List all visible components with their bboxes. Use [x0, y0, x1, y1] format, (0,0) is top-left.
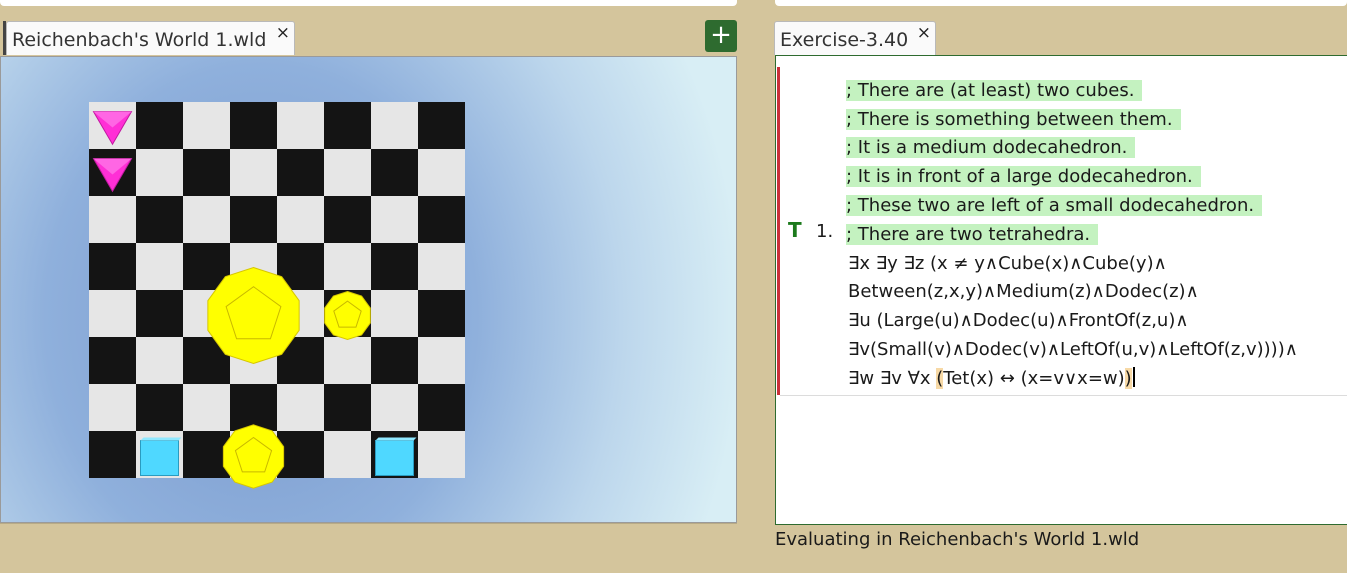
sentence-editor[interactable]: T 1. ; There are (at least) two cubes. ;…	[775, 55, 1347, 525]
comment-text: ; There are two tetrahedra.	[846, 224, 1099, 245]
top-bar-left	[0, 0, 737, 6]
comment-text: ; There are (at least) two cubes.	[846, 80, 1143, 101]
comment-line[interactable]: ; It is in front of a large dodecahedron…	[846, 165, 1201, 189]
world-pieces	[92, 111, 417, 489]
close-icon[interactable]: ×	[276, 16, 290, 50]
formula-line-last[interactable]: ∃w ∃v ∀x (Tet(x) ↔ (x=v∨x=w))	[848, 367, 1135, 391]
cube-top-face[interactable]	[375, 437, 417, 441]
formula-line[interactable]: ∃v(Small(v)∧Dodec(v)∧LeftOf(u,v)∧LeftOf(…	[848, 338, 1298, 362]
truth-mark: T	[788, 218, 802, 242]
error-bar	[777, 67, 780, 395]
add-button[interactable]: +	[705, 20, 737, 52]
editor-divider	[780, 395, 1347, 396]
world-bottom-edge	[0, 523, 737, 524]
formula-middle: Tet(x) ↔ (x=v∨x=w)	[943, 368, 1125, 389]
line-number: 1.	[816, 221, 834, 242]
formula-line[interactable]: ∃x ∃y ∃z (x ≠ y∧Cube(x)∧Cube(y)∧	[848, 252, 1167, 276]
cube-piece[interactable]	[140, 440, 179, 476]
comment-line[interactable]: ; There are two tetrahedra.	[846, 223, 1099, 247]
formula-prefix: ∃w ∃v ∀x	[848, 368, 937, 389]
comment-text: ; These two are left of a small dodecahe…	[846, 195, 1263, 216]
top-bar-right	[775, 0, 1347, 6]
status-text: Evaluating in Reichenbach's World 1.wld	[775, 529, 1140, 550]
comment-text: ; It is a medium dodecahedron.	[846, 137, 1136, 158]
world-view[interactable]	[0, 56, 737, 523]
formula-line[interactable]: ∃u (Large(u)∧Dodec(u)∧FrontOf(z,u)∧	[848, 309, 1189, 333]
comment-text: ; There is something between them.	[846, 109, 1181, 130]
tab-exercise[interactable]: Exercise-3.40 ×	[774, 21, 936, 55]
comment-text: ; It is in front of a large dodecahedron…	[846, 166, 1201, 187]
tab-exercise-label: Exercise-3.40	[780, 29, 909, 51]
close-paren-highlight: )	[1124, 368, 1132, 389]
tab-edge-marker	[3, 21, 6, 55]
tab-world-label: Reichenbach's World 1.wld	[12, 29, 267, 51]
tab-world[interactable]: Reichenbach's World 1.wld ×	[6, 21, 295, 55]
close-icon[interactable]: ×	[917, 16, 931, 50]
comment-line[interactable]: ; These two are left of a small dodecahe…	[846, 194, 1263, 218]
cube-piece[interactable]	[375, 440, 414, 476]
text-cursor	[1132, 367, 1135, 387]
comment-line[interactable]: ; There is something between them.	[846, 108, 1181, 132]
comment-line[interactable]: ; There are (at least) two cubes.	[846, 79, 1143, 103]
cube-top-face[interactable]	[140, 437, 182, 441]
formula-line[interactable]: Between(z,x,y)∧Medium(z)∧Dodec(z)∧	[848, 280, 1199, 304]
comment-line[interactable]: ; It is a medium dodecahedron.	[846, 136, 1136, 160]
